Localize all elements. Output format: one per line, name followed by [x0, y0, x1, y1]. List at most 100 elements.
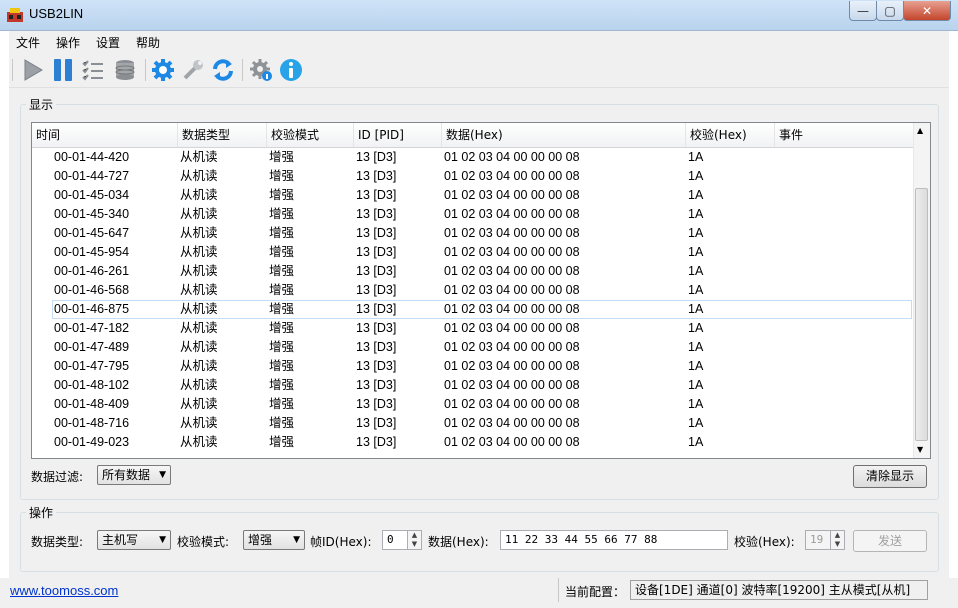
table-cell: 01 02 03 04 00 00 00 08	[444, 226, 580, 240]
play-icon	[24, 59, 43, 81]
vertical-scrollbar[interactable]: ▲ ▼	[913, 123, 930, 458]
table-cell: 增强	[269, 416, 295, 430]
table-row[interactable]: 00-01-48-102 从机读 增强 13 [D3] 01 02 03 04 00 0…	[32, 376, 913, 395]
table-cell: 01 02 03 04 00 00 00 08	[444, 321, 580, 335]
table-cell: 01 02 03 04 00 00 00 08	[444, 397, 580, 411]
table-cell: 01 02 03 04 00 00 00 08	[444, 150, 580, 164]
check-mode-label: 校验模式:	[177, 535, 230, 549]
data-type-label: 数据类型:	[31, 535, 84, 549]
scrollbar-thumb[interactable]	[915, 188, 928, 441]
table-cell: 1A	[688, 359, 704, 373]
menu-settings[interactable]: 设置	[96, 34, 120, 51]
minimize-button[interactable]: —	[849, 1, 877, 21]
maximize-button[interactable]: ▢	[876, 1, 904, 21]
table-cell: 1A	[688, 416, 704, 430]
data-type-select[interactable]: 主机写 ▼	[97, 530, 171, 550]
status-bar: www.toomoss.com 当前配置： 设备[1DE] 通道[0] 波特率[…	[0, 578, 958, 608]
status-divider	[558, 578, 559, 602]
table-cell: 从机读	[180, 435, 218, 449]
table-cell: 1A	[688, 302, 704, 316]
start-button[interactable]	[20, 57, 46, 83]
table-cell: 13 [D3]	[356, 378, 397, 392]
toolbar	[9, 53, 949, 88]
pause-button[interactable]	[50, 57, 76, 83]
table-row[interactable]: 00-01-44-727 从机读 增强 13 [D3] 01 02 03 04 00 0…	[32, 167, 913, 186]
device-info-button[interactable]	[248, 57, 274, 83]
menu-file[interactable]: 文件	[16, 34, 40, 51]
table-row[interactable]: 00-01-45-034 从机读 增强 13 [D3] 01 02 03 04 00 0…	[32, 186, 913, 205]
table-cell: 增强	[269, 435, 295, 449]
table-row[interactable]: 00-01-47-182 从机读 增强 13 [D3] 01 02 03 04 00 0…	[32, 319, 913, 338]
table-row[interactable]: 00-01-46-261 从机读 增强 13 [D3] 01 02 03 04 00 0…	[32, 262, 913, 281]
clear-display-button[interactable]: 清除显示	[853, 465, 927, 488]
menu-operation[interactable]: 操作	[56, 34, 80, 51]
column-header-id[interactable]: ID [PID]	[354, 123, 442, 147]
frame-id-label: 帧ID(Hex):	[310, 535, 372, 549]
frame-id-input[interactable]: 0	[382, 530, 408, 550]
data-input[interactable]: 11 22 33 44 55 66 77 88	[500, 530, 728, 550]
list-button[interactable]	[80, 57, 106, 83]
table-row[interactable]: 00-01-48-409 从机读 增强 13 [D3] 01 02 03 04 00 0…	[32, 395, 913, 414]
table-cell: 增强	[269, 283, 295, 297]
table-cell: 00-01-44-420	[54, 150, 130, 164]
spin-up-icon[interactable]: ▲	[408, 531, 421, 540]
table-row[interactable]: 00-01-49-023 从机读 增强 13 [D3] 01 02 03 04 00 0…	[32, 433, 913, 452]
table-cell: 1A	[688, 397, 704, 411]
checksum-input: 19	[805, 530, 831, 550]
refresh-icon	[213, 59, 233, 81]
scroll-up-icon[interactable]: ▲	[917, 126, 923, 135]
check-mode-select[interactable]: 增强 ▼	[243, 530, 305, 550]
table-cell: 1A	[688, 226, 704, 240]
close-icon: ✕	[921, 3, 933, 18]
filter-select[interactable]: 所有数据 ▼	[97, 465, 171, 485]
chevron-down-icon: ▼	[293, 535, 300, 545]
refresh-button[interactable]	[210, 57, 236, 83]
tools-button[interactable]	[180, 57, 206, 83]
column-header-data-type[interactable]: 数据类型	[178, 123, 267, 147]
table-row[interactable]: 00-01-46-875 从机读 增强 13 [D3] 01 02 03 04 00 0…	[52, 300, 912, 319]
scroll-down-icon[interactable]: ▼	[917, 445, 923, 454]
table-cell: 01 02 03 04 00 00 00 08	[444, 207, 580, 221]
send-button[interactable]: 发送	[853, 530, 927, 552]
chevron-down-icon: ▼	[159, 470, 166, 480]
table-row[interactable]: 00-01-47-489 从机读 增强 13 [D3] 01 02 03 04 00 0…	[32, 338, 913, 357]
table-cell: 从机读	[180, 378, 218, 392]
table-cell: 01 02 03 04 00 00 00 08	[444, 283, 580, 297]
table-cell: 00-01-49-023	[54, 435, 130, 449]
config-button[interactable]	[150, 57, 176, 83]
frame-id-stepper[interactable]: ▲ ▼	[407, 530, 422, 550]
table-row[interactable]: 00-01-47-795 从机读 增强 13 [D3] 01 02 03 04 00 0…	[32, 357, 913, 376]
column-header-event[interactable]: 事件	[775, 123, 913, 147]
column-header-data[interactable]: 数据(Hex)	[442, 123, 686, 147]
column-header-time[interactable]: 时间	[32, 123, 178, 147]
table-row[interactable]: 00-01-45-340 从机读 增强 13 [D3] 01 02 03 04 00 0…	[32, 205, 913, 224]
table-row[interactable]: 00-01-45-647 从机读 增强 13 [D3] 01 02 03 04 00 0…	[32, 224, 913, 243]
toolbar-separator	[242, 59, 243, 81]
column-header-check-mode[interactable]: 校验模式	[267, 123, 354, 147]
table-cell: 01 02 03 04 00 00 00 08	[444, 378, 580, 392]
list-header: 时间 数据类型 校验模式 ID [PID] 数据(Hex) 校验(Hex) 事件	[32, 123, 913, 148]
table-cell: 增强	[269, 264, 295, 278]
menu-help[interactable]: 帮助	[136, 34, 160, 51]
table-cell: 增强	[269, 169, 295, 183]
table-cell: 1A	[688, 150, 704, 164]
table-cell: 13 [D3]	[356, 188, 397, 202]
table-cell: 从机读	[180, 359, 218, 373]
filter-value: 所有数据	[102, 468, 151, 482]
table-row[interactable]: 00-01-48-716 从机读 增强 13 [D3] 01 02 03 04 00 0…	[32, 414, 913, 433]
about-button[interactable]	[278, 57, 304, 83]
table-cell: 从机读	[180, 397, 218, 411]
table-row[interactable]: 00-01-44-420 从机读 增强 13 [D3] 01 02 03 04 00 0…	[32, 148, 913, 167]
table-row[interactable]: 00-01-46-568 从机读 增强 13 [D3] 01 02 03 04 00 0…	[32, 281, 913, 300]
website-link[interactable]: www.toomoss.com	[10, 583, 118, 598]
table-cell: 00-01-47-795	[54, 359, 130, 373]
column-header-checksum[interactable]: 校验(Hex)	[686, 123, 775, 147]
table-row[interactable]: 00-01-45-954 从机读 增强 13 [D3] 01 02 03 04 00 0…	[32, 243, 913, 262]
storage-button[interactable]	[112, 57, 138, 83]
table-cell: 增强	[269, 397, 295, 411]
data-label: 数据(Hex):	[428, 535, 489, 549]
data-list[interactable]: 时间 数据类型 校验模式 ID [PID] 数据(Hex) 校验(Hex) 事件…	[31, 122, 931, 459]
close-button[interactable]: ✕	[903, 1, 951, 21]
table-cell: 00-01-48-409	[54, 397, 130, 411]
spin-down-icon[interactable]: ▼	[408, 540, 421, 549]
